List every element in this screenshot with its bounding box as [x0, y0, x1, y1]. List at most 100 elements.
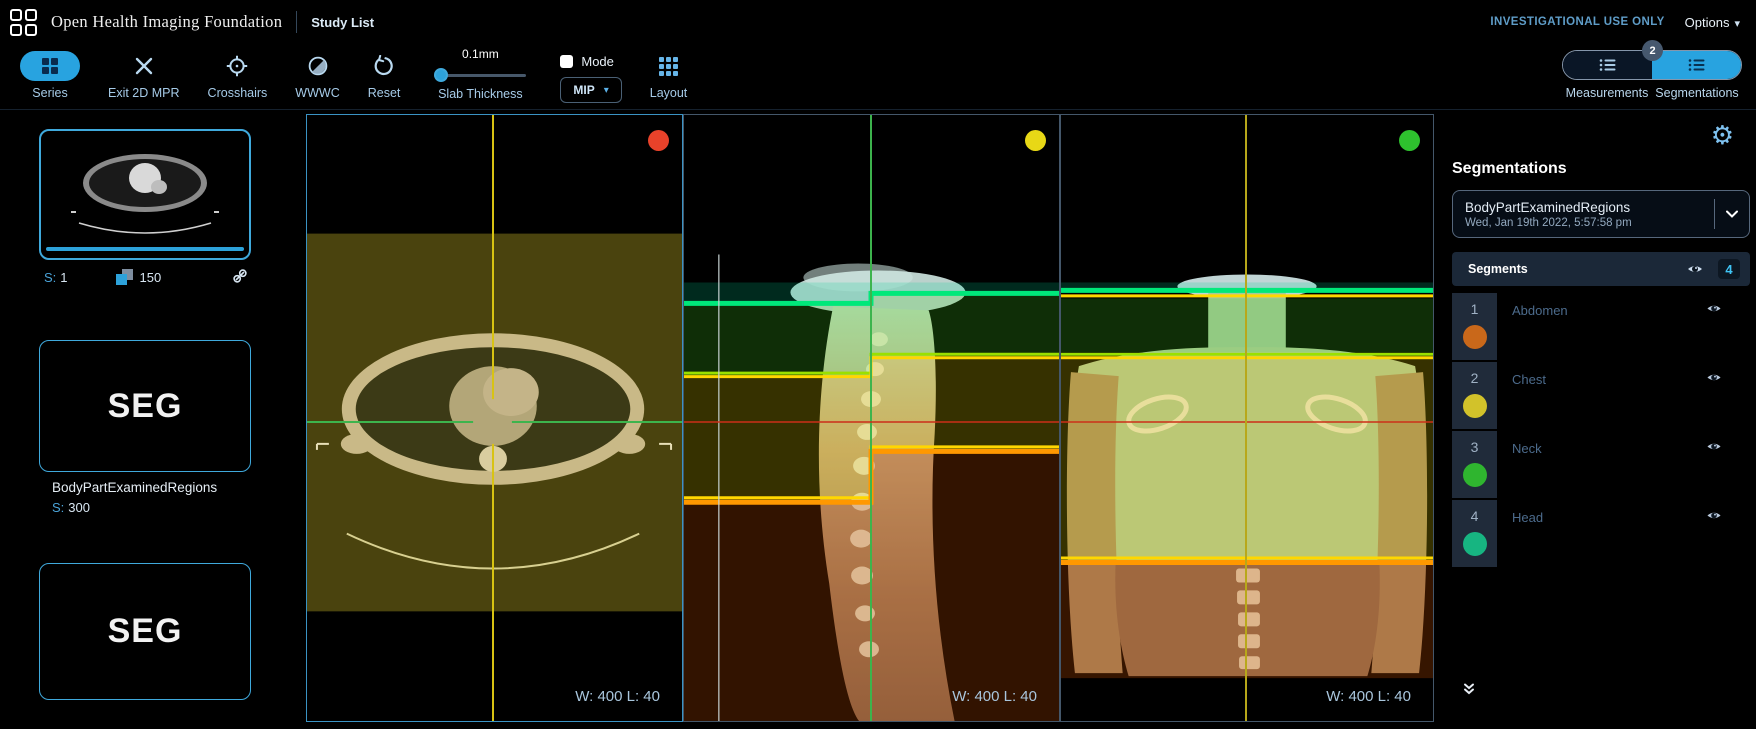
- segment-label[interactable]: Head: [1512, 510, 1543, 525]
- exit-2d-mpr-button[interactable]: Exit 2D MPR: [108, 51, 180, 100]
- segment-color-swatch[interactable]: [1462, 532, 1487, 556]
- segment-row-neck[interactable]: 3 Neck: [1452, 431, 1750, 498]
- eye-visibility-icon[interactable]: [1704, 301, 1724, 321]
- chevron-down-icon: ▾: [603, 84, 609, 96]
- segment-color-swatch[interactable]: [1462, 325, 1487, 349]
- segmentations-tab-label[interactable]: Segmentations: [1652, 86, 1742, 100]
- viewport-bottom-gap: [306, 722, 1434, 729]
- reset-rotate-icon: [373, 51, 395, 81]
- panel-title: Segmentations: [1452, 160, 1567, 177]
- viewport-axial[interactable]: W: 400 L: 40: [306, 114, 683, 722]
- segment-row-head[interactable]: 4 Head: [1452, 500, 1750, 567]
- gear-icon[interactable]: ⚙: [1711, 122, 1734, 148]
- eye-visibility-icon[interactable]: [1684, 261, 1706, 277]
- seg-description: BodyPartExaminedRegions: [52, 480, 218, 495]
- crosshairs-tool-button[interactable]: Crosshairs: [208, 51, 267, 100]
- segment-label[interactable]: Abdomen: [1512, 303, 1568, 318]
- list-icon: [1599, 59, 1615, 71]
- close-x-icon: [134, 51, 154, 81]
- orientation-marker-green: [1399, 130, 1420, 151]
- segmentations-count-badge: 2: [1642, 40, 1663, 61]
- top-bar: Open Health Imaging Foundation Study Lis…: [0, 0, 1756, 44]
- series-number: 300: [68, 500, 90, 515]
- segments-count-badge: 4: [1718, 259, 1740, 279]
- slider-thumb[interactable]: [434, 68, 449, 82]
- sagittal-ct-image: [684, 115, 1059, 721]
- thumbnail-seg-2[interactable]: SEG: [39, 563, 251, 700]
- layout-tool-button[interactable]: Layout: [650, 51, 687, 100]
- segment-number-cell[interactable]: 3: [1452, 431, 1497, 498]
- mode-checkbox[interactable]: [560, 54, 574, 68]
- mode-control-group: Mode MIP ▾: [560, 51, 622, 103]
- list-icon: [1688, 59, 1704, 71]
- thumbnail-seg-1[interactable]: SEG: [39, 340, 251, 472]
- segment-row-chest[interactable]: 2 Chest: [1452, 362, 1750, 429]
- ohif-viewer-app: Open Health Imaging Foundation Study Lis…: [0, 0, 1756, 729]
- crosshairs-icon: [226, 51, 248, 81]
- investigational-use-label: INVESTIGATIONAL USE ONLY: [1490, 16, 1665, 28]
- wwwc-tool-button[interactable]: WWWC: [295, 51, 340, 100]
- window-level-label: W: 400 L: 40: [1326, 688, 1411, 705]
- series-active-pill[interactable]: [20, 51, 80, 81]
- seg-modality-label: SEG: [107, 612, 183, 650]
- segment-number-cell[interactable]: 1: [1452, 293, 1497, 360]
- thumbnail-1-meta: S: 1 150: [44, 268, 248, 287]
- window-level-icon: [307, 51, 329, 81]
- eye-visibility-icon[interactable]: [1704, 508, 1724, 528]
- segment-label[interactable]: Neck: [1512, 441, 1542, 456]
- ct-axial-thumbnail-image: [46, 154, 244, 251]
- segment-number-cell[interactable]: 2: [1452, 362, 1497, 429]
- orientation-marker-yellow: [1025, 130, 1046, 151]
- study-list-link[interactable]: Study List: [311, 15, 374, 30]
- instance-count: 150: [139, 270, 162, 285]
- segment-number-cell[interactable]: 4: [1452, 500, 1497, 567]
- chevron-down-icon: ▾: [1734, 17, 1740, 30]
- segment-color-swatch[interactable]: [1462, 394, 1487, 418]
- tab-segmentations[interactable]: [1652, 51, 1741, 79]
- segmentation-name: BodyPartExaminedRegions: [1465, 199, 1631, 215]
- divider: [296, 11, 298, 33]
- series-number: 1: [60, 270, 68, 285]
- app-title: Open Health Imaging Foundation: [51, 12, 283, 31]
- mode-label: Mode: [581, 53, 614, 69]
- orientation-marker-red: [648, 130, 669, 151]
- slab-thickness-value: 0.1mm: [462, 47, 499, 61]
- coronal-ct-image: [1061, 115, 1433, 721]
- segment-label[interactable]: Chest: [1512, 372, 1546, 387]
- tab-measurements[interactable]: [1563, 51, 1652, 79]
- eye-visibility-icon[interactable]: [1704, 439, 1724, 459]
- slab-thickness-slider[interactable]: [434, 68, 527, 82]
- slider-track[interactable]: [434, 74, 527, 77]
- thumbnail-2-meta: S: 300: [52, 500, 90, 515]
- seg-modality-label: SEG: [107, 386, 183, 425]
- measurements-tab-label[interactable]: Measurements: [1562, 86, 1652, 100]
- study-browser-sidebar: S: 1 150 SEG BodyPartExaminedRegions S: …: [0, 110, 306, 729]
- segmentation-select-dropdown[interactable]: BodyPartExaminedRegions Wed, Jan 19th 20…: [1452, 190, 1750, 238]
- layout-grid-icon: [659, 51, 679, 81]
- window-level-label: W: 400 L: 40: [952, 688, 1037, 705]
- panel-tabs: 2 Measurements Segmentations: [1562, 40, 1742, 100]
- reset-tool-button[interactable]: Reset: [368, 51, 400, 100]
- segment-color-swatch[interactable]: [1462, 463, 1487, 487]
- link-icon[interactable]: [232, 268, 248, 287]
- segmentation-panel: ⚙ Segmentations BodyPartExaminedRegions …: [1434, 110, 1756, 729]
- thumbnail-ct-series[interactable]: [39, 129, 251, 260]
- series-tool-button[interactable]: Series: [20, 51, 80, 100]
- segments-header: Segments 4: [1452, 252, 1750, 286]
- instance-stack-icon: [115, 269, 134, 286]
- viewport-sagittal[interactable]: W: 400 L: 40: [683, 114, 1060, 722]
- segment-row-abdomen[interactable]: 1 Abdomen: [1452, 293, 1750, 360]
- window-level-label: W: 400 L: 40: [575, 688, 660, 705]
- viewport-coronal[interactable]: W: 400 L: 40: [1060, 114, 1434, 722]
- options-menu-button[interactable]: Options ▾: [1685, 15, 1740, 30]
- eye-visibility-icon[interactable]: [1704, 370, 1724, 390]
- slab-thickness-control: 0.1mm Slab Thickness: [426, 47, 534, 101]
- toolbar: Series Exit 2D MPR Crosshairs WWWC Reset…: [0, 40, 1756, 110]
- mip-dropdown[interactable]: MIP ▾: [560, 77, 622, 103]
- double-chevron-down-icon[interactable]: [1462, 682, 1476, 701]
- segmentation-date: Wed, Jan 19th 2022, 5:57:58 pm: [1465, 216, 1632, 229]
- ohif-logo-icon[interactable]: [10, 8, 37, 36]
- chevron-down-icon[interactable]: [1715, 210, 1749, 218]
- axial-ct-image: [307, 115, 682, 721]
- series-grid-icon: [42, 58, 58, 74]
